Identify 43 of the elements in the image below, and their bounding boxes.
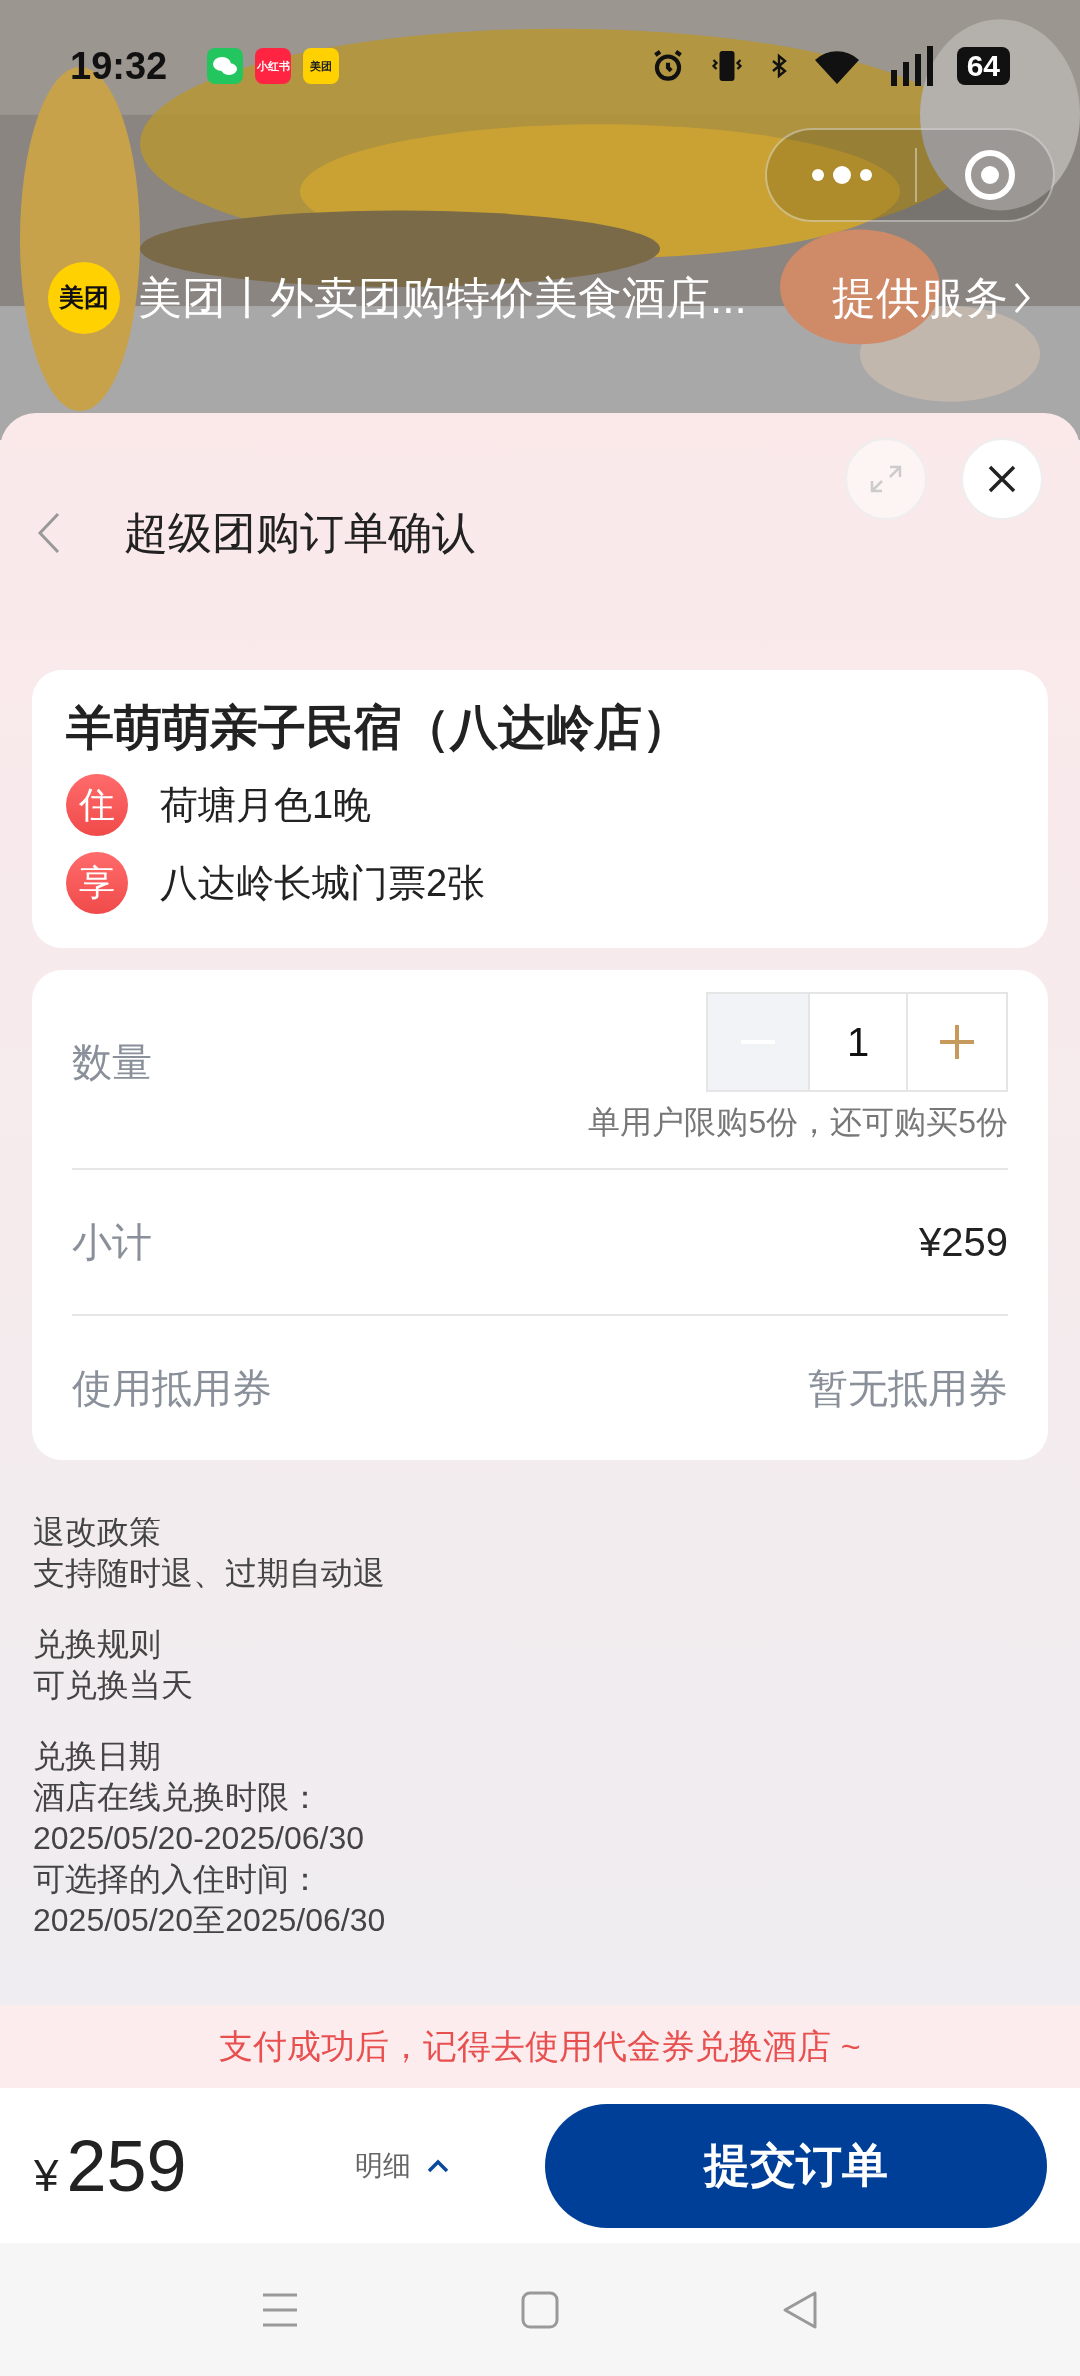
policy-text: 酒店在线兑换时限： (33, 1778, 322, 1817)
policy-text: 支持随时退、过期自动退 (33, 1554, 386, 1593)
chat-app-icon (207, 48, 244, 84)
close-miniprogram-icon[interactable] (963, 148, 1017, 202)
back-nav-icon[interactable] (781, 2289, 819, 2330)
coupon-value[interactable]: 暂无抵用券 (808, 1358, 1008, 1418)
more-icon[interactable] (809, 165, 875, 185)
status-time: 19:32 (70, 43, 168, 89)
service-link[interactable]: 提供服务 (832, 265, 1032, 331)
total-price: ¥259 (34, 2124, 187, 2208)
policy-text: 2025/05/20至2025/06/30 (33, 1901, 387, 1940)
policy-text: 2025/05/20-2025/06/30 (33, 1819, 365, 1858)
app-notification-icon: 美团 (303, 48, 340, 84)
chevron-up-icon (426, 2158, 449, 2173)
wifi-icon (812, 48, 861, 84)
battery-indicator: 64 (956, 47, 1010, 85)
notice-banner: 支付成功后，记得去使用代金券兑换酒店 ~ (0, 2005, 1080, 2088)
subtotal-label: 小计 (72, 1219, 152, 1266)
policy-text: 可兑换当天 (33, 1666, 194, 1705)
subtotal-value: ¥259 (919, 1219, 1008, 1266)
page-title: 超级团购订单确认 (124, 507, 476, 559)
policy-title: 兑换规则 (33, 1625, 162, 1664)
coupon-label: 使用抵用券 (72, 1365, 272, 1412)
home-icon[interactable] (521, 2290, 559, 2329)
package-badge: 享 (66, 852, 128, 914)
policy-title: 退改政策 (33, 1513, 162, 1552)
submit-order-button[interactable]: 提交订单 (545, 2103, 1047, 2228)
miniprogram-title: 美团丨外卖团购特价美食酒店... (138, 272, 747, 324)
package-item: 八达岭长城门票2张 (160, 860, 486, 906)
app-notification-icon: 小红书 (255, 48, 292, 84)
back-icon[interactable] (36, 510, 62, 556)
hotel-name: 羊萌萌亲子民宿（八达岭店） (66, 700, 691, 756)
chevron-right-icon (1012, 280, 1032, 316)
purchase-limit: 单用户限购5份，还可购买5份 (587, 1103, 1008, 1142)
plus-icon (940, 1025, 974, 1059)
package-badge: 住 (66, 774, 128, 836)
package-item: 荷塘月色1晚 (160, 782, 372, 828)
quantity-label: 数量 (72, 1039, 152, 1086)
close-icon[interactable] (960, 437, 1044, 521)
policy-text: 可选择的入住时间： (33, 1860, 322, 1899)
policy-title: 兑换日期 (33, 1737, 162, 1776)
detail-toggle[interactable]: 明细 (354, 2144, 449, 2187)
menu-icon[interactable] (261, 2291, 299, 2328)
